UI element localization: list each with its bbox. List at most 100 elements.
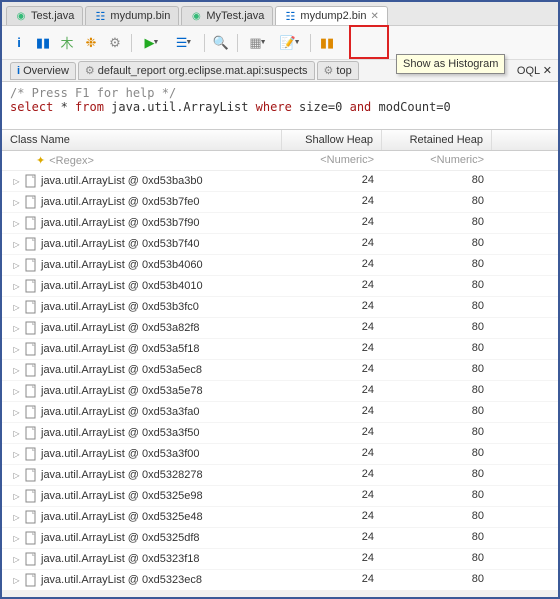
row-retained: 80 [382,570,492,590]
expander-icon[interactable]: ▷ [12,387,21,396]
numeric-filter-retained[interactable]: <Numeric> [382,151,492,170]
object-icon [24,216,38,230]
object-icon [24,468,38,482]
table-row[interactable]: ▷java.util.ArrayList @ 0xd53a5e782480 [2,381,558,402]
tab-oql[interactable]: OQL ✕ [517,64,558,77]
table-row[interactable]: ▷java.util.ArrayList @ 0xd5325df82480 [2,528,558,549]
expander-icon[interactable]: ▷ [12,219,21,228]
row-retained: 80 [382,276,492,296]
object-icon [24,321,38,335]
object-icon [24,552,38,566]
table-row[interactable]: ▷java.util.ArrayList @ 0xd53282782480 [2,465,558,486]
query-dropdown[interactable]: ☰▼ [169,32,199,54]
tab-label: top [336,65,351,77]
threads-icon[interactable]: ❉ [80,32,102,54]
show-histogram-button[interactable]: ▮▮ [316,32,338,54]
tree-icon[interactable]: ⽊ [56,32,78,54]
row-name: java.util.ArrayList @ 0xd53a5e78 [41,385,203,397]
gear-icon: ⚙ [324,64,334,77]
tab-overview[interactable]: iOverview [10,62,76,80]
editor-tab[interactable]: ☷mydump2.bin ✕ [275,6,387,25]
object-icon [24,489,38,503]
editor-tabs: ◉Test.java☷mydump.bin◉MyTest.java☷mydump… [2,2,558,26]
search-icon[interactable]: 🔍 [210,32,232,54]
table-row[interactable]: ▷java.util.ArrayList @ 0xd5323f182480 [2,549,558,570]
table-row[interactable]: ▷java.util.ArrayList @ 0xd53b7f402480 [2,234,558,255]
row-shallow: 24 [282,465,382,485]
editor-tab[interactable]: ◉Test.java [6,6,83,25]
table-row[interactable]: ▷java.util.ArrayList @ 0xd53b40602480 [2,255,558,276]
row-shallow: 24 [282,528,382,548]
row-shallow: 24 [282,318,382,338]
row-retained: 80 [382,381,492,401]
numeric-filter-shallow[interactable]: <Numeric> [282,151,382,170]
table-row[interactable]: ▷java.util.ArrayList @ 0xd53b7fe02480 [2,192,558,213]
row-name: java.util.ArrayList @ 0xd53a3fa0 [41,406,200,418]
row-retained: 80 [382,444,492,464]
col-retained-heap[interactable]: Retained Heap [382,130,492,150]
expander-icon[interactable]: ▷ [12,240,21,249]
row-shallow: 24 [282,276,382,296]
row-name: java.util.ArrayList @ 0xd53a5f18 [41,343,200,355]
row-name: java.util.ArrayList @ 0xd53a82f8 [41,322,200,334]
separator [131,34,132,52]
tooltip: Show as Histogram [396,54,505,74]
object-icon [24,447,38,461]
table-row[interactable]: ▷java.util.ArrayList @ 0xd53ba3b02480 [2,171,558,192]
table-row[interactable]: ▷java.util.ArrayList @ 0xd53b7f902480 [2,213,558,234]
expander-icon[interactable]: ▷ [12,261,21,270]
expander-icon[interactable]: ▷ [12,324,21,333]
expander-icon[interactable]: ▷ [12,576,21,585]
table-row[interactable]: ▷java.util.ArrayList @ 0xd5325e482480 [2,507,558,528]
expander-icon[interactable]: ▷ [12,177,21,186]
info-icon[interactable]: i [8,32,30,54]
java-icon: ◉ [190,10,202,22]
results-table: Class Name Shallow Heap Retained Heap ✦<… [2,130,558,590]
expander-icon[interactable]: ▷ [12,471,21,480]
tab-default-report[interactable]: ⚙default_report org.eclipse.mat.api:susp… [78,61,315,80]
regex-filter[interactable]: <Regex> [49,155,94,167]
export-dropdown[interactable]: 📝▼ [275,32,305,54]
tab-top[interactable]: ⚙top [317,61,359,80]
expander-icon[interactable]: ▷ [12,534,21,543]
col-shallow-heap[interactable]: Shallow Heap [282,130,382,150]
table-row[interactable]: ▷java.util.ArrayList @ 0xd53a3f502480 [2,423,558,444]
expander-icon[interactable]: ▷ [12,408,21,417]
row-name: java.util.ArrayList @ 0xd53b3fc0 [41,301,199,313]
expander-icon[interactable]: ▷ [12,429,21,438]
row-retained: 80 [382,423,492,443]
editor-tab[interactable]: ☷mydump.bin [85,6,179,25]
expander-icon[interactable]: ▷ [12,198,21,207]
expander-icon[interactable]: ▷ [12,492,21,501]
row-name: java.util.ArrayList @ 0xd53b7f40 [41,238,200,250]
col-class-name[interactable]: Class Name [2,130,282,150]
object-icon [24,237,38,251]
layout-dropdown[interactable]: ▦▼ [243,32,273,54]
table-row[interactable]: ▷java.util.ArrayList @ 0xd53a3fa02480 [2,402,558,423]
row-name: java.util.ArrayList @ 0xd53a3f00 [41,448,200,460]
run-dropdown[interactable]: ▶▼ [137,32,167,54]
row-retained: 80 [382,318,492,338]
table-row[interactable]: ▷ java.util.ArrayList @ 0xd53a82f8 2480 [2,318,558,339]
table-row[interactable]: ▷java.util.ArrayList @ 0xd53b40102480 [2,276,558,297]
row-shallow: 24 [282,507,382,527]
table-row[interactable]: ▷java.util.ArrayList @ 0xd53a3f002480 [2,444,558,465]
expander-icon[interactable]: ▷ [12,282,21,291]
expander-icon[interactable]: ▷ [12,345,21,354]
editor-tab[interactable]: ◉MyTest.java [181,6,273,25]
separator [310,34,311,52]
gear-icon[interactable]: ⚙ [104,32,126,54]
table-row[interactable]: ▷java.util.ArrayList @ 0xd5325e982480 [2,486,558,507]
table-row[interactable]: ▷java.util.ArrayList @ 0xd53a5ec82480 [2,360,558,381]
close-icon[interactable]: ✕ [370,11,378,22]
expander-icon[interactable]: ▷ [12,450,21,459]
table-row[interactable]: ▷java.util.ArrayList @ 0xd53b3fc02480 [2,297,558,318]
expander-icon[interactable]: ▷ [12,366,21,375]
expander-icon[interactable]: ▷ [12,555,21,564]
histogram-icon[interactable]: ▮▮ [32,32,54,54]
expander-icon[interactable]: ▷ [12,513,21,522]
query-editor[interactable]: /* Press F1 for help */ select * from ja… [2,82,558,130]
table-row[interactable]: ▷java.util.ArrayList @ 0xd53a5f182480 [2,339,558,360]
table-row[interactable]: ▷java.util.ArrayList @ 0xd5323ec82480 [2,570,558,590]
expander-icon[interactable]: ▷ [12,303,21,312]
